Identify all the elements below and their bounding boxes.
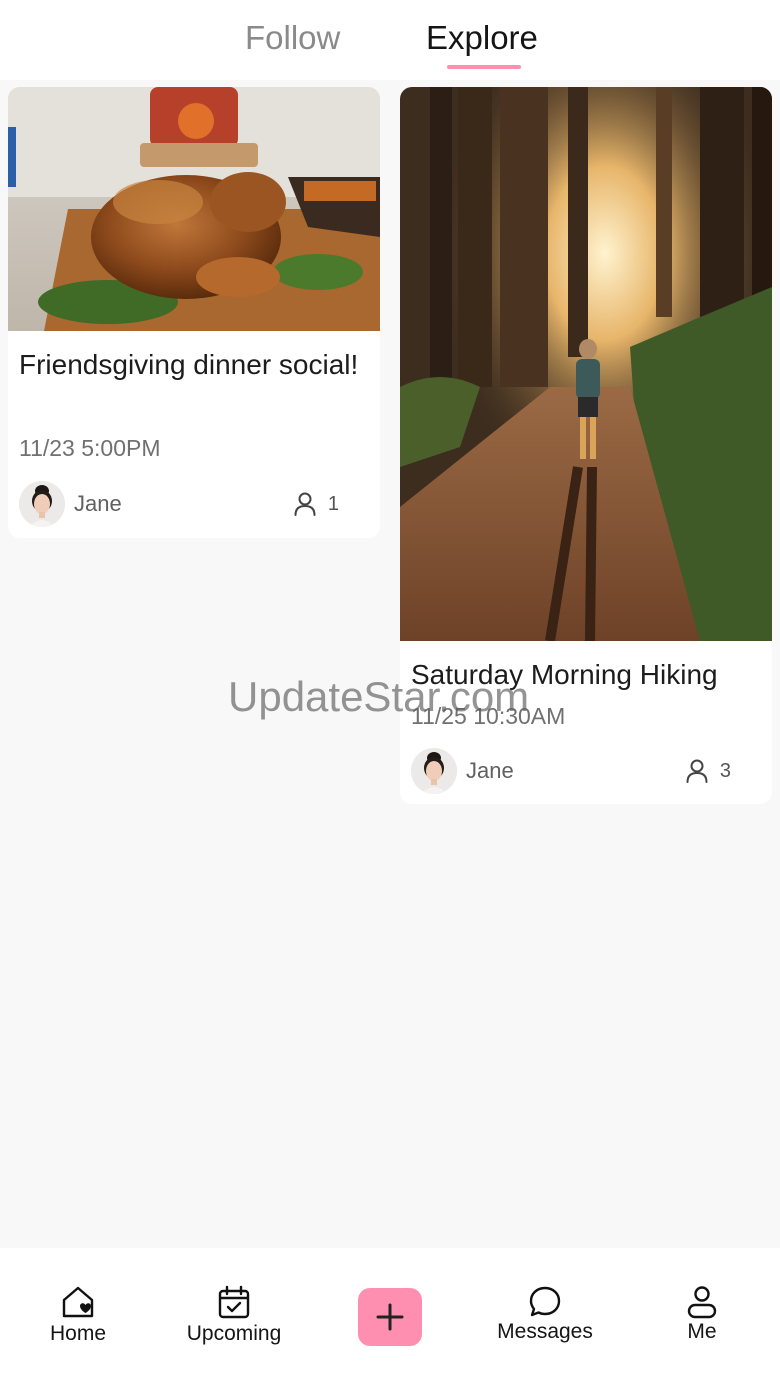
nav-home[interactable]: Home xyxy=(40,1284,116,1346)
participant-count: 1 xyxy=(292,489,339,519)
calendar-check-icon xyxy=(218,1285,250,1319)
host-avatar[interactable] xyxy=(411,748,457,794)
active-tab-indicator xyxy=(447,65,521,69)
home-heart-icon xyxy=(62,1286,94,1318)
event-footer: Jane 1 xyxy=(19,481,369,527)
person-icon xyxy=(687,1286,717,1319)
nav-home-label: Home xyxy=(49,1322,107,1345)
host-name: Jane xyxy=(74,491,122,516)
event-datetime: 11/23 5:00PM xyxy=(19,435,161,461)
participant-count-value: 3 xyxy=(719,759,731,782)
tab-follow[interactable]: Follow xyxy=(245,18,340,58)
tab-explore[interactable]: Explore xyxy=(426,18,538,58)
top-tab-bar: Follow Explore xyxy=(0,0,780,80)
participant-count-value: 1 xyxy=(327,492,339,515)
nav-upcoming-label: Upcoming xyxy=(186,1322,282,1345)
event-card-friendsgiving[interactable]: Friendsgiving dinner social! 11/23 5:00P… xyxy=(8,87,380,538)
person-outline-icon xyxy=(294,492,316,516)
chat-bubble-icon xyxy=(529,1286,561,1317)
nav-messages[interactable]: Messages xyxy=(484,1284,606,1344)
person-outline-icon xyxy=(686,759,708,783)
nav-messages-label: Messages xyxy=(497,1320,593,1343)
host-name: Jane xyxy=(466,758,514,783)
event-image-roast-turkey xyxy=(8,87,380,331)
bottom-navigation: Home Upcoming Messages Me xyxy=(0,1248,780,1387)
host-avatar[interactable] xyxy=(19,481,65,527)
event-footer: Jane 3 xyxy=(411,748,761,794)
event-title: Friendsgiving dinner social! xyxy=(19,349,359,380)
participant-count: 3 xyxy=(684,756,731,786)
event-card-hiking[interactable]: Saturday Morning Hiking 11/25 10:30AM Ja… xyxy=(400,87,772,804)
event-image-forest-trail xyxy=(400,87,772,641)
create-event-button[interactable] xyxy=(358,1288,422,1346)
nav-me-label: Me xyxy=(687,1320,717,1343)
plus-icon xyxy=(376,1303,404,1331)
event-datetime: 11/25 10:30AM xyxy=(411,703,566,729)
event-title: Saturday Morning Hiking xyxy=(411,659,718,690)
nav-upcoming[interactable]: Upcoming xyxy=(172,1284,296,1346)
nav-me[interactable]: Me xyxy=(670,1284,734,1344)
